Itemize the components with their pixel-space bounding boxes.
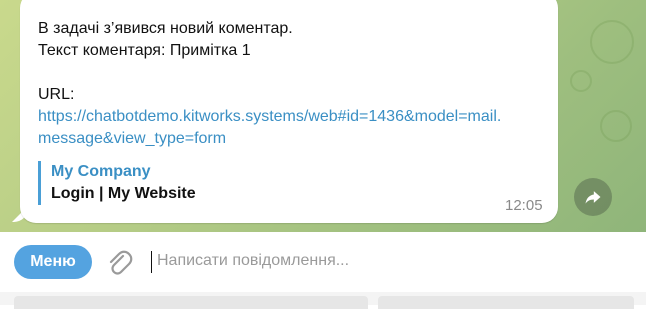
url-link-continued[interactable]: message&view_type=form [38,128,548,150]
message-text: В задачі з’явився новий коментар. Текст … [38,18,548,150]
keyboard-strip [0,292,646,309]
preview-title: Login | My Website [51,185,196,202]
message-time: 12:05 [505,197,543,214]
menu-button[interactable]: Меню [14,245,92,279]
message-line: Текст коментаря: Примітка 1 [38,42,251,59]
link-preview[interactable]: My Company Login | My Website [38,161,351,205]
share-button[interactable] [574,178,612,216]
attach-button[interactable] [104,248,134,278]
composer-bar: Меню Написати повідомлення... [0,232,646,292]
url-link[interactable]: https://chatbotdemo.kitworks.systems/web… [38,106,548,128]
url-label: URL: [38,86,75,103]
background-doodle [590,20,634,64]
share-arrow-icon [585,191,601,204]
background-doodle [570,70,592,92]
keyboard-key[interactable] [14,296,368,309]
background-doodle [600,110,632,142]
message-line: В задачі з’явився новий коментар. [38,20,293,37]
chat-background: В задачі з’явився новий коментар. Текст … [0,0,646,232]
message-input[interactable]: Написати повідомлення... [157,252,349,270]
preview-site-name: My Company [51,163,151,180]
keyboard-key[interactable] [378,296,634,309]
text-cursor [151,251,152,273]
paperclip-icon [109,250,133,275]
